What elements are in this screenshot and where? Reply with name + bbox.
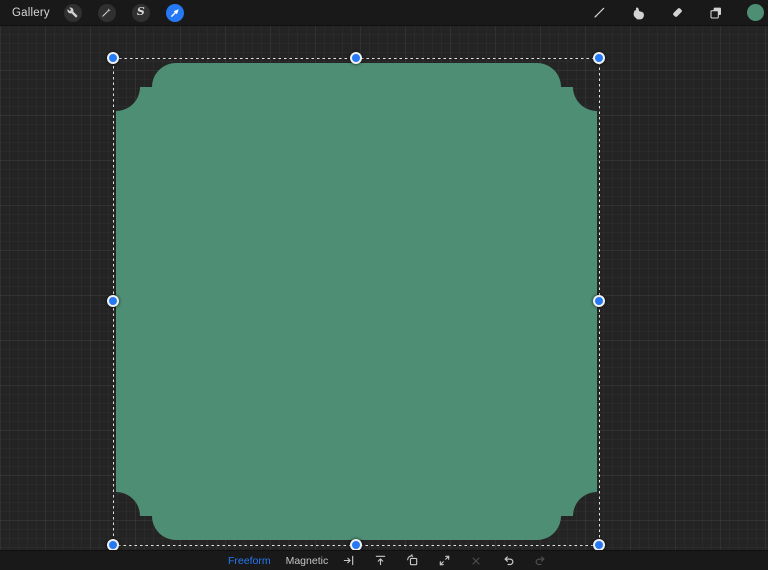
fit-to-canvas-button[interactable]	[437, 554, 451, 568]
brush-icon	[591, 5, 607, 21]
transform-handle-middle-left[interactable]	[107, 295, 119, 307]
top-toolbar: Gallery S	[0, 0, 768, 26]
transform-toolbar: Freeform Magnetic	[0, 550, 768, 570]
selection-s-icon: S	[137, 6, 145, 17]
smudge-finger-icon	[631, 5, 646, 20]
transform-handle-top-center[interactable]	[350, 52, 362, 64]
color-button[interactable]	[746, 4, 764, 22]
selected-shape[interactable]	[116, 63, 597, 540]
layers-icon	[708, 5, 724, 21]
redo-icon	[534, 554, 547, 567]
paint-tools-group	[590, 4, 768, 22]
rotate-45-icon	[406, 554, 419, 567]
wrench-icon	[67, 7, 78, 18]
eraser-icon	[670, 5, 685, 20]
selection-button[interactable]: S	[132, 4, 150, 22]
erase-button[interactable]	[668, 4, 686, 22]
flip-horizontal-button[interactable]	[341, 554, 355, 568]
mode-magnetic[interactable]: Magnetic	[286, 555, 329, 567]
flip-vertical-button[interactable]	[373, 554, 387, 568]
actions-button[interactable]	[64, 4, 82, 22]
undo-icon	[502, 554, 515, 567]
transform-button[interactable]	[166, 4, 184, 22]
smudge-button[interactable]	[629, 4, 647, 22]
adjustments-button[interactable]	[98, 4, 116, 22]
transform-actions	[341, 551, 547, 570]
color-swatch-icon	[747, 4, 764, 21]
transform-handle-middle-right[interactable]	[593, 295, 605, 307]
rotate-45-button[interactable]	[405, 554, 419, 568]
cancel-x-icon	[470, 555, 482, 567]
arrow-cursor-icon	[169, 7, 181, 19]
fit-to-canvas-icon	[438, 554, 451, 567]
cancel-transform-button[interactable]	[469, 554, 483, 568]
plaque-shape-path[interactable]	[116, 63, 597, 540]
gallery-button[interactable]: Gallery	[12, 7, 50, 19]
undo-button[interactable]	[501, 554, 515, 568]
drawing-canvas[interactable]	[0, 25, 768, 551]
procreate-app: Gallery S	[0, 0, 768, 570]
flip-vertical-icon	[374, 554, 387, 567]
paint-button[interactable]	[590, 4, 608, 22]
transform-modes: Freeform Magnetic	[228, 551, 328, 570]
redo-button[interactable]	[533, 554, 547, 568]
transform-handle-top-left[interactable]	[107, 52, 119, 64]
transform-handle-top-right[interactable]	[593, 52, 605, 64]
flip-horizontal-icon	[342, 554, 355, 567]
layers-button[interactable]	[707, 4, 725, 22]
mode-freeform[interactable]: Freeform	[228, 555, 271, 567]
magic-wand-icon	[101, 7, 112, 18]
